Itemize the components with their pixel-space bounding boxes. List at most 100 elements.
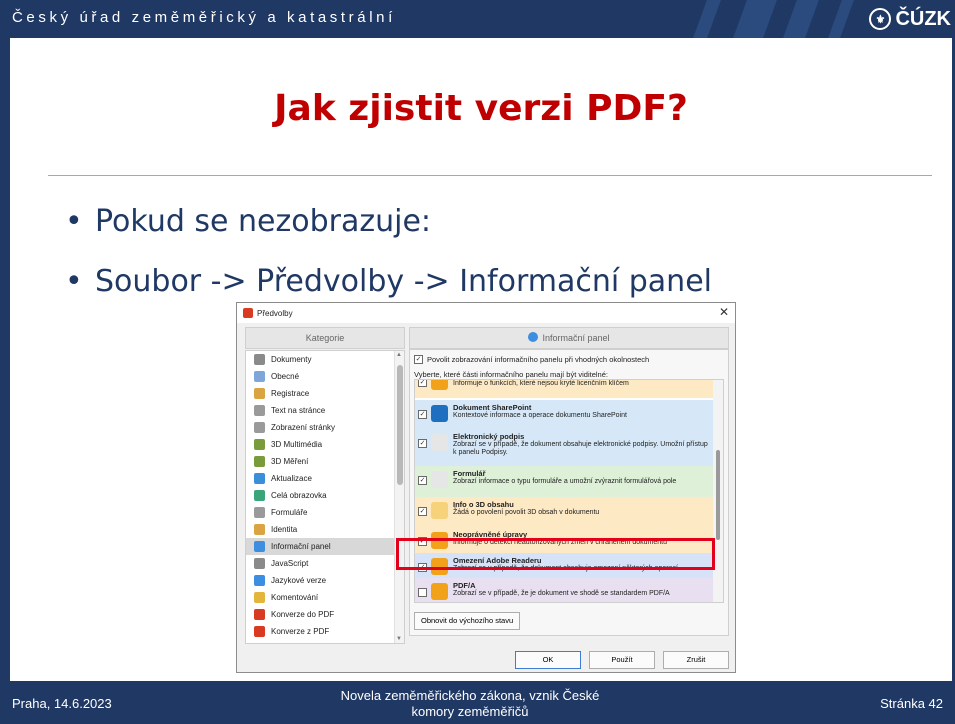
category-icon [254, 388, 265, 399]
app-icon [243, 308, 253, 318]
category-item[interactable]: 3D Měření [246, 453, 404, 470]
category-item[interactable]: 3D Multimédia [246, 436, 404, 453]
ok-button[interactable]: OK [515, 651, 581, 669]
panel-item-text: Info o 3D obsahu Žádá o povolení povolit … [453, 500, 599, 517]
cancel-button[interactable]: Zrušit [663, 651, 729, 669]
footer-title-line: Novela zeměměřického zákona, vznik České [340, 688, 600, 703]
category-icon [254, 626, 265, 637]
panel-item-checkbox[interactable]: ✓ [418, 476, 427, 485]
categories-list[interactable]: Dokumenty Obecné Registrace Text na stránce… [245, 350, 405, 644]
category-icon [254, 592, 265, 603]
category-icon [254, 456, 265, 467]
enable-info-panel-row[interactable]: ✓ Povolit zobrazování informačního panel… [414, 355, 649, 364]
category-item[interactable]: Komentování [246, 589, 404, 606]
category-item[interactable]: Zobrazení stránky [246, 419, 404, 436]
panel-item-text: Chráněné funkceInformuje o funkcích, kte… [453, 380, 629, 388]
panel-item-icon [431, 583, 448, 600]
footer-title-line: komory zeměměřičů [411, 704, 529, 719]
panel-item-checkbox[interactable]: ✓ [418, 507, 427, 516]
category-item[interactable]: Identita [246, 521, 404, 538]
category-icon [254, 575, 265, 586]
footer-page-number: Stránka 42 [880, 696, 943, 711]
scroll-down-icon[interactable]: ▼ [396, 636, 402, 642]
panel-item-checkbox[interactable]: ✓ [418, 410, 427, 419]
top-banner: Český úřad zeměměřický a katastrální ⚜ Č… [0, 0, 955, 38]
banner-stripe [693, 0, 721, 38]
category-label: 3D Měření [271, 457, 309, 466]
category-item[interactable]: Konverze do PDF [246, 606, 404, 623]
category-label: Komentování [271, 593, 319, 602]
scroll-up-icon[interactable]: ▲ [396, 352, 402, 358]
panel-item-icon [431, 434, 448, 451]
category-item[interactable]: JavaScript [246, 555, 404, 572]
category-item[interactable]: Formuláře [246, 504, 404, 521]
enable-info-panel-label: Povolit zobrazování informačního panelu … [427, 355, 650, 364]
panel-item-description: Žádá o povolení povolit 3D obsah v dokum… [453, 509, 600, 516]
bullet-dot: • [65, 204, 83, 239]
panel-item-checkbox[interactable]: ✓ [418, 380, 427, 387]
category-label: Registrace [271, 389, 310, 398]
category-label: Zobrazení stránky [271, 423, 336, 432]
panel-item[interactable]: ✓ Formulář Zobrazí informace o typu formul… [415, 466, 713, 497]
panel-item[interactable]: ✓ Dokument SharePoint Kontextové informace… [415, 400, 713, 429]
panel-item-description: Informuje o funkcích, které nejsou kryté… [453, 380, 629, 387]
category-icon [254, 541, 265, 552]
category-item[interactable]: Obecné [246, 368, 404, 385]
panel-item-description: Zobrazí se v případě, že je dokument ve … [453, 590, 670, 597]
panel-item-title: Elektronický podpis [453, 432, 525, 441]
panel-item-checkbox[interactable] [418, 588, 427, 597]
bullet-item: • Soubor -> Předvolby -> Informační panel [65, 264, 712, 299]
category-item[interactable]: Jazykové verze [246, 572, 404, 589]
scrollbar-thumb[interactable] [716, 450, 720, 540]
panel-item-text: PDF/A Zobrazí se v případě, že je dokumen… [453, 581, 670, 598]
panel-item[interactable]: PDF/A Zobrazí se v případě, že je dokumen… [415, 578, 713, 602]
category-label: Obecné [271, 372, 300, 381]
panel-item-icon [431, 405, 448, 422]
category-icon [254, 422, 265, 433]
categories-scrollbar[interactable]: ▲ ▼ [394, 351, 404, 643]
reset-defaults-button[interactable]: Obnovit do výchozího stavu [414, 612, 521, 630]
category-label: Informační panel [271, 542, 331, 551]
category-item[interactable]: Celá obrazovka [246, 487, 404, 504]
category-item[interactable]: Registrace [246, 385, 404, 402]
category-label: Aktualizace [271, 474, 312, 483]
panel-item[interactable]: ✓ Info o 3D obsahu Žádá o povolení povolit… [415, 497, 713, 527]
category-label: 3D Multimédia [271, 440, 323, 449]
category-label: Dokumenty [271, 355, 312, 364]
category-item[interactable]: Text na stránce [246, 402, 404, 419]
bullet-text: Soubor -> Předvolby -> Informační panel [95, 264, 712, 299]
enable-info-panel-checkbox[interactable]: ✓ [414, 355, 423, 364]
category-icon [254, 558, 265, 569]
info-panel-header-label: Informační panel [542, 333, 610, 343]
scrollbar-thumb[interactable] [397, 365, 403, 485]
panel-item-icon [431, 380, 448, 390]
category-icon [254, 405, 265, 416]
logo-text: ČÚZK [895, 7, 951, 30]
panel-item-checkbox[interactable]: ✓ [418, 439, 427, 448]
category-item[interactable]: Aktualizace [246, 470, 404, 487]
category-item[interactable]: Konverze z PDF [246, 623, 404, 640]
apply-button[interactable]: Použít [589, 651, 655, 669]
category-item[interactable]: Dokumenty [246, 351, 404, 368]
panel-item-description: Zobrazí informace o typu formuláře a umo… [453, 478, 677, 485]
footer-title: Novela zeměměřického zákona, vznik České… [300, 688, 640, 720]
pdfa-highlight-box [396, 538, 715, 570]
category-icon [254, 354, 265, 365]
category-icon [254, 524, 265, 535]
info-icon [528, 332, 539, 342]
panel-item-text: Dokument SharePoint Kontextové informace … [453, 403, 627, 420]
category-icon [254, 439, 265, 450]
banner-stripe [783, 0, 819, 38]
close-icon[interactable]: ✕ [719, 305, 729, 319]
panel-item[interactable]: ✓ Elektronický podpis Zobrazí se v případě… [415, 429, 713, 466]
info-panel-header: Informační panel [409, 327, 729, 349]
panel-item[interactable]: ✓ Chráněné funkceInformuje o funkcích, kt… [415, 380, 713, 398]
category-label: Identita [271, 525, 298, 534]
category-icon [254, 371, 265, 382]
category-label: Formuláře [271, 508, 308, 517]
panel-item-text: Formulář Zobrazí informace o typu formulá… [453, 469, 676, 486]
category-item[interactable]: Informační panel [246, 538, 404, 555]
bullet-dot: • [65, 264, 83, 299]
categories-header: Kategorie [245, 327, 405, 349]
category-label: Konverze z PDF [271, 627, 330, 636]
